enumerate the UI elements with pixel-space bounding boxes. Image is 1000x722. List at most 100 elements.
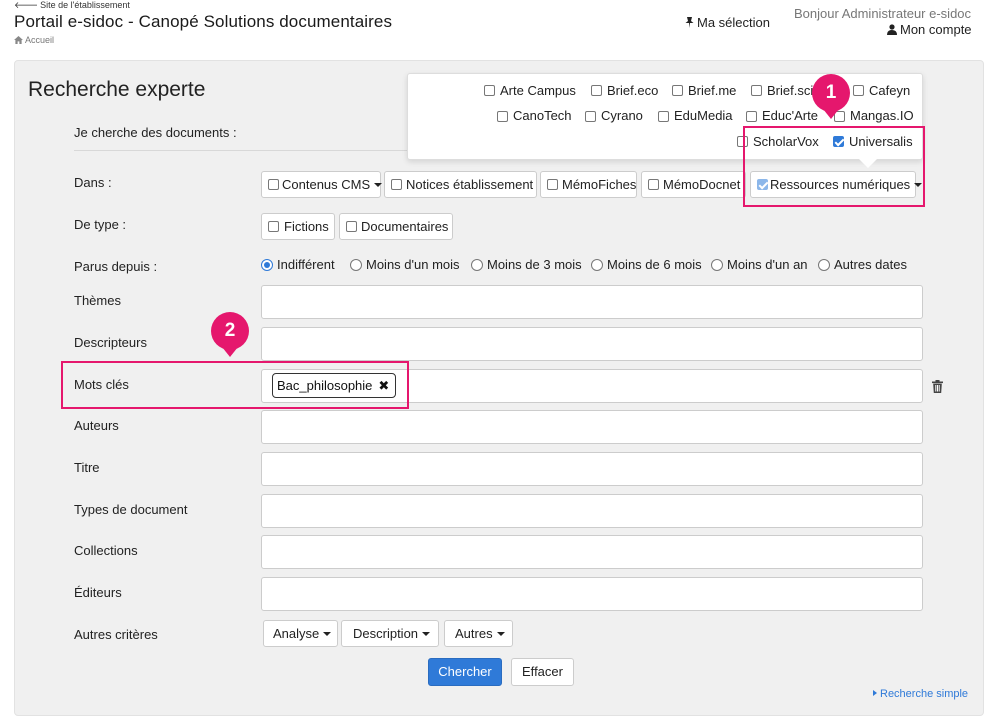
autres-criteres-label: Autres critères xyxy=(74,627,158,642)
auteurs-input[interactable] xyxy=(261,410,923,444)
radio-selected[interactable] xyxy=(261,259,273,271)
radio-label: Moins d'un mois xyxy=(366,257,460,272)
checkbox[interactable] xyxy=(268,179,279,190)
home-icon xyxy=(14,36,23,44)
source-label: MémoFiches xyxy=(562,177,637,192)
account-label: Mon compte xyxy=(900,22,972,37)
titre-input[interactable] xyxy=(261,452,923,486)
resource-label: EduMedia xyxy=(674,108,733,123)
caret-down-icon xyxy=(496,632,505,636)
checkbox[interactable] xyxy=(268,221,279,232)
checkbox[interactable] xyxy=(746,111,757,122)
dropdown-label: Description xyxy=(353,626,431,641)
back-to-school-link[interactable]: 🡐 Site de l'établissement xyxy=(14,0,130,11)
simple-search-link[interactable]: Recherche simple xyxy=(873,688,968,700)
checkbox[interactable] xyxy=(658,111,669,122)
annotation-badge-1-tail xyxy=(823,109,839,119)
types-document-input[interactable] xyxy=(261,494,923,528)
checkbox[interactable] xyxy=(648,179,659,190)
search-button[interactable]: Chercher xyxy=(428,658,502,686)
type-fictions[interactable]: Fictions xyxy=(261,213,335,240)
autres-dropdown[interactable]: Autres xyxy=(444,620,513,647)
checkbox[interactable] xyxy=(853,85,864,96)
radio-label: Autres dates xyxy=(834,257,907,272)
resource-label: CanoTech xyxy=(513,108,572,123)
resource-label: Brief.eco xyxy=(607,83,659,98)
radio[interactable] xyxy=(350,259,362,271)
annotation-badge-1: 1 xyxy=(812,74,850,112)
radio[interactable] xyxy=(471,259,483,271)
checkbox[interactable] xyxy=(391,179,402,190)
radio-label: Moins d'un an xyxy=(727,257,808,272)
themes-input[interactable] xyxy=(261,285,923,319)
radio-label: Moins de 6 mois xyxy=(607,257,702,272)
radio[interactable] xyxy=(818,259,830,271)
source-memofiches[interactable]: MémoFiches xyxy=(540,171,637,198)
type-documentaires[interactable]: Documentaires xyxy=(339,213,453,240)
greeting: Bonjour Administrateur e-sidoc xyxy=(794,6,972,21)
checkbox[interactable] xyxy=(585,111,596,122)
source-label: Notices établissement xyxy=(406,177,534,192)
parus-label: Parus depuis : xyxy=(74,259,158,274)
my-selection-link[interactable]: Ma sélection xyxy=(684,15,770,30)
highlight-box-2 xyxy=(61,361,409,409)
dans-label: Dans : xyxy=(74,175,112,190)
highlight-box-1 xyxy=(743,126,925,207)
checkbox[interactable] xyxy=(346,221,357,232)
collections-label: Collections xyxy=(74,543,138,558)
search-title: Recherche experte xyxy=(28,78,206,101)
resource-label: Educ'Arte xyxy=(762,108,818,123)
arrow-left-icon: 🡐 xyxy=(14,0,39,10)
radio[interactable] xyxy=(591,259,603,271)
search-intro: Je cherche des documents : xyxy=(74,125,237,140)
source-memodocnet[interactable]: MémoDocnet xyxy=(641,171,746,198)
analyse-dropdown[interactable]: Analyse xyxy=(263,620,338,647)
page-title: Portail e-sidoc - Canopé Solutions docum… xyxy=(14,12,393,31)
annotation-badge-2-tail xyxy=(222,347,238,357)
descripteurs-input[interactable] xyxy=(261,327,923,361)
caret-right-icon xyxy=(873,690,877,696)
checkbox[interactable] xyxy=(497,111,508,122)
checkbox[interactable] xyxy=(547,179,558,190)
resource-label: Cafeyn xyxy=(869,83,911,98)
types-document-label: Types de document xyxy=(74,502,188,517)
source-label: MémoDocnet xyxy=(663,177,741,192)
checkbox[interactable] xyxy=(484,85,495,96)
resource-label: Brief.me xyxy=(688,83,737,98)
breadcrumb-home[interactable]: Accueil xyxy=(14,35,54,45)
description-dropdown[interactable]: Description xyxy=(341,620,439,647)
source-notices-etablissement[interactable]: Notices établissement xyxy=(384,171,537,198)
dropdown-label: Autres xyxy=(455,626,505,641)
radio[interactable] xyxy=(711,259,723,271)
resource-label: Mangas.IO xyxy=(850,108,914,123)
resource-label: Arte Campus xyxy=(500,83,576,98)
simple-search-label: Recherche simple xyxy=(880,688,969,700)
descripteurs-label: Descripteurs xyxy=(74,335,147,350)
my-selection-label: Ma sélection xyxy=(697,15,770,30)
type-option-label: Documentaires xyxy=(361,219,449,234)
caret-down-icon xyxy=(323,632,332,636)
dropdown-label: Analyse xyxy=(273,626,332,641)
pin-icon xyxy=(685,17,694,28)
collections-input[interactable] xyxy=(261,535,923,569)
home-label: Accueil xyxy=(25,35,55,45)
radio-label: Moins de 3 mois xyxy=(487,257,582,272)
type-option-label: Fictions xyxy=(284,219,329,234)
clear-button[interactable]: Effacer xyxy=(511,658,574,686)
source-label: Contenus CMS xyxy=(282,177,383,192)
editeurs-input[interactable] xyxy=(261,577,923,611)
account-link[interactable]: Mon compte xyxy=(887,22,972,37)
checkbox[interactable] xyxy=(672,85,683,96)
titre-label: Titre xyxy=(74,460,100,475)
caret-down-icon xyxy=(374,183,383,187)
resource-label: Cyrano xyxy=(601,108,643,123)
checkbox[interactable] xyxy=(591,85,602,96)
auteurs-label: Auteurs xyxy=(74,418,119,433)
source-contenus-cms[interactable]: Contenus CMS xyxy=(261,171,383,198)
editeurs-label: Éditeurs xyxy=(74,585,122,600)
trash-icon[interactable] xyxy=(932,380,943,393)
user-icon xyxy=(887,24,897,35)
type-label: De type : xyxy=(74,217,127,232)
checkbox[interactable] xyxy=(751,85,762,96)
annotation-badge-2: 2 xyxy=(211,312,249,350)
